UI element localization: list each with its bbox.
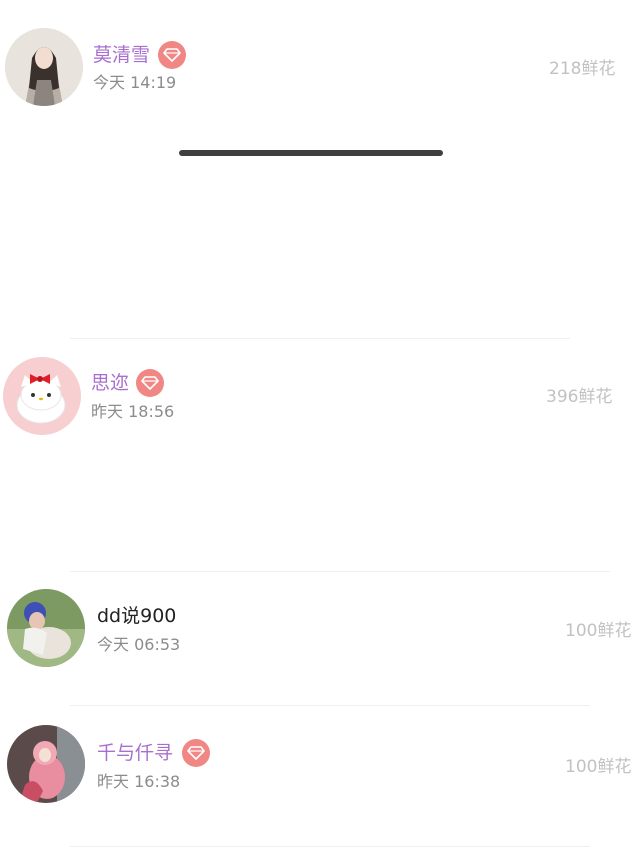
avatar[interactable] bbox=[5, 28, 83, 106]
drag-handle[interactable] bbox=[179, 150, 443, 156]
avatar[interactable] bbox=[7, 725, 85, 803]
list-item[interactable]: 千与仟寻 昨天 16:38 100鲜花 bbox=[0, 715, 640, 825]
divider bbox=[70, 571, 610, 572]
list-item[interactable]: 思迩 昨天 18:56 396鲜花 bbox=[0, 340, 640, 460]
timestamp: 今天 06:53 bbox=[97, 635, 181, 654]
list-item[interactable]: dd说900 今天 06:53 100鲜花 bbox=[0, 580, 640, 690]
flower-count: 100鲜花 bbox=[565, 621, 632, 641]
flower-count: 396鲜花 bbox=[546, 387, 613, 407]
diamond-icon bbox=[163, 48, 181, 62]
divider bbox=[70, 705, 590, 706]
diamond-icon bbox=[141, 376, 159, 390]
timestamp: 昨天 16:38 bbox=[97, 772, 181, 791]
list-item[interactable]: 莫清雪 今天 14:19 218鲜花 bbox=[0, 0, 640, 120]
timestamp: 昨天 18:56 bbox=[91, 402, 175, 421]
divider bbox=[70, 846, 590, 847]
timestamp: 今天 14:19 bbox=[93, 73, 177, 92]
divider bbox=[70, 338, 570, 339]
user-name[interactable]: dd说900 bbox=[97, 604, 176, 628]
flower-count: 218鲜花 bbox=[549, 59, 616, 79]
avatar[interactable] bbox=[3, 357, 81, 435]
user-name[interactable]: 千与仟寻 bbox=[97, 741, 173, 765]
user-name[interactable]: 莫清雪 bbox=[93, 43, 150, 67]
flower-count: 100鲜花 bbox=[565, 757, 632, 777]
vip-badge bbox=[136, 369, 164, 397]
diamond-icon bbox=[187, 746, 205, 760]
user-name[interactable]: 思迩 bbox=[91, 371, 129, 395]
avatar[interactable] bbox=[7, 589, 85, 667]
vip-badge bbox=[158, 41, 186, 69]
vip-badge bbox=[182, 739, 210, 767]
